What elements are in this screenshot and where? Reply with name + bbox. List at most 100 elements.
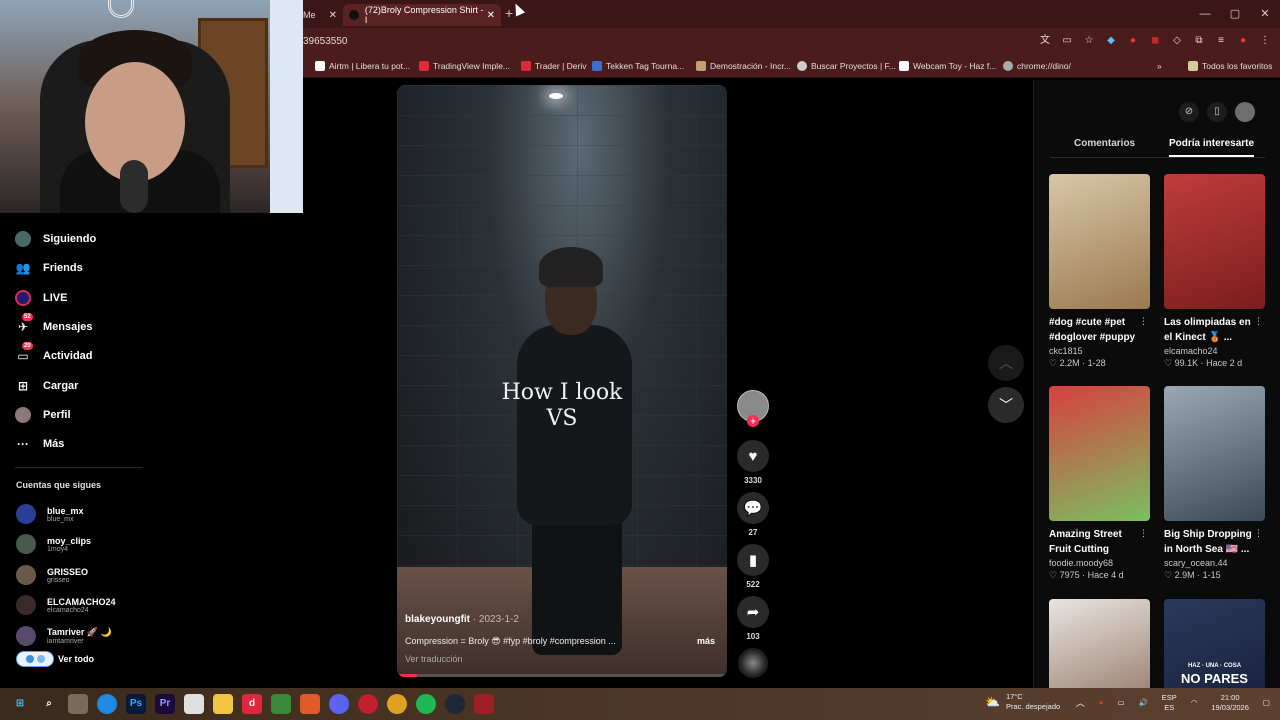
steam-icon[interactable] <box>445 694 465 714</box>
folder-icon[interactable] <box>213 694 233 714</box>
minecraft-icon[interactable] <box>271 694 291 714</box>
translate-link[interactable]: Ver traducción <box>405 654 463 664</box>
see-all-button[interactable]: Ver todo <box>16 651 94 667</box>
cast-icon[interactable]: ▭ <box>1060 34 1074 48</box>
brave-icon[interactable] <box>300 694 320 714</box>
spotify-icon[interactable] <box>416 694 436 714</box>
sidebar-item-activity[interactable]: ▭ 20 Actividad <box>15 342 93 366</box>
previous-video-button[interactable]: ︿ <box>988 345 1024 381</box>
like-button[interactable]: ♥ <box>737 440 769 472</box>
close-icon[interactable]: ✕ <box>329 10 337 21</box>
bookmark-item[interactable]: Webcam Toy - Haz f... <box>899 61 996 71</box>
video-thumbnail[interactable] <box>1049 599 1150 688</box>
recommended-video-card[interactable]: Amazing Street Fruit Cutting Skill... ⋮ … <box>1049 386 1150 581</box>
sidebar-item-profile[interactable]: Perfil <box>15 405 71 425</box>
recommended-video-card[interactable]: Las olimpiadas en el Kinect 🥉 ... ⋮ elca… <box>1164 174 1265 369</box>
weather-widget[interactable]: ⛅ 17°C Prac. despejado <box>985 692 1060 712</box>
following-account[interactable]: GRISSEO grisseo <box>16 563 88 587</box>
bookmark-star-icon[interactable]: ☆ <box>1082 34 1096 48</box>
opera-icon[interactable] <box>358 694 378 714</box>
bookmark-item[interactable]: Tekken Tag Tourna... <box>592 61 684 71</box>
language-indicator[interactable]: ESP ES <box>1162 693 1177 713</box>
video-thumbnail[interactable] <box>1049 386 1150 521</box>
tab-suggestions[interactable]: Podría interesarte <box>1169 138 1255 157</box>
device-icon[interactable]: ▯ <box>1207 102 1227 122</box>
close-icon[interactable]: ✕ <box>487 10 495 21</box>
tab-comments[interactable]: Comentarios <box>1074 138 1135 149</box>
kebab-menu-icon[interactable]: ⋮ <box>1139 528 1148 539</box>
bookmark-item[interactable]: TradingView Imple... <box>419 61 510 71</box>
recommended-video-card[interactable]: #dog #cute #pet #doglover #puppy ⋮ ckc18… <box>1049 174 1150 369</box>
extension-red-icon[interactable]: ● <box>1126 34 1140 48</box>
discord-icon[interactable] <box>329 694 349 714</box>
sidebar-item-friends[interactable]: 👥 Friends <box>15 258 83 278</box>
extension-diamond-icon[interactable]: ◇ <box>1170 34 1184 48</box>
recommended-video-card[interactable]: HAZ · UNA · COSA NO PARES <box>1164 599 1265 688</box>
bookmarks-overflow-icon[interactable]: » <box>1157 61 1162 71</box>
video-thumbnail[interactable] <box>1164 174 1265 309</box>
volume-icon[interactable]: 🔊 <box>1138 698 1147 708</box>
bookmark-item[interactable]: Trader | Deriv <box>521 61 587 71</box>
video-thumbnail[interactable]: HAZ · UNA · COSA NO PARES <box>1164 599 1265 688</box>
tray-overflow-icon[interactable]: ︿ <box>1076 698 1085 708</box>
chrome-icon[interactable] <box>387 694 407 714</box>
windows-start-icon[interactable]: ⊞ <box>10 694 30 714</box>
recommended-video-card[interactable]: Big Ship Dropping in North Sea 🇺🇸 ... ⋮ … <box>1164 386 1265 581</box>
user-avatar[interactable] <box>1235 102 1255 122</box>
url-input[interactable]: 39653550 <box>303 36 348 47</box>
video-author[interactable]: blakeyoungfit · 2023-1-2 <box>405 614 519 625</box>
photoshop-icon[interactable]: Ps <box>126 694 146 714</box>
share-button[interactable]: ➦ <box>737 596 769 628</box>
sidebar-item-upload[interactable]: ⊞ Cargar <box>15 376 79 396</box>
kebab-menu-icon[interactable]: ⋮ <box>1254 316 1263 327</box>
following-account[interactable]: Tamriver 🚀 🌙 iamtamriver <box>16 624 112 648</box>
music-disc-icon[interactable] <box>738 648 768 678</box>
video-progress-bar[interactable] <box>397 674 727 677</box>
bookmark-item[interactable]: chrome://dino/ <box>1003 61 1071 71</box>
tab-active[interactable]: (72)Broly Compression Shirt - I ✕ <box>343 4 501 26</box>
kebab-menu-icon[interactable]: ⋮ <box>1254 528 1263 539</box>
file-explorer-icon[interactable] <box>68 694 88 714</box>
extensions-puzzle-icon[interactable]: ⧉ <box>1192 34 1206 48</box>
network-icon[interactable]: ▭ <box>1117 698 1124 708</box>
save-button[interactable]: ▮ <box>737 544 769 576</box>
notification-icon[interactable]: ▢ <box>1263 698 1270 708</box>
following-account[interactable]: ELCAMACHO24 elcamacho24 <box>16 593 116 617</box>
maximize-button[interactable]: ▢ <box>1220 0 1250 28</box>
video-thumbnail[interactable] <box>1164 386 1265 521</box>
sidebar-item-more[interactable]: ··· Más <box>15 434 64 454</box>
video-player[interactable]: How I look VS blakeyoungfit · 2023-1-2 C… <box>397 85 727 677</box>
kebab-menu-icon[interactable]: ⋮ <box>1139 316 1148 327</box>
sidebar-item-messages[interactable]: ✈ 52 Mensajes <box>15 313 93 337</box>
more-button[interactable]: más <box>697 636 715 646</box>
next-video-button[interactable]: ﹀ <box>988 387 1024 423</box>
tab-previous[interactable]: Me ✕ <box>303 4 343 26</box>
comment-button[interactable]: 💬 <box>737 492 769 524</box>
sidebar-item-following[interactable]: Siguiendo <box>15 229 96 249</box>
premiere-icon[interactable]: Pr <box>155 694 175 714</box>
bookmark-item[interactable]: Demostración - Incr... <box>696 61 791 71</box>
translate-icon[interactable]: 文 <box>1038 34 1052 48</box>
following-account[interactable]: blue_mx blue_mx <box>16 502 84 526</box>
bookmark-item[interactable]: Airtm | Libera tu pot... <box>315 61 410 71</box>
follow-plus-button[interactable]: + <box>747 415 759 427</box>
wifi-icon[interactable]: ◠ <box>1191 698 1198 708</box>
following-account[interactable]: moy_clips 1moy4 <box>16 532 91 556</box>
close-window-button[interactable]: ✕ <box>1250 0 1280 28</box>
recommended-video-card[interactable] <box>1049 599 1150 688</box>
tray-app-icon[interactable]: ● <box>1099 698 1104 708</box>
clock[interactable]: 21:00 19/03/2026 <box>1211 693 1249 713</box>
profile-icon[interactable]: ● <box>1236 34 1250 48</box>
compass-icon[interactable]: ⊘ <box>1179 102 1199 122</box>
store-icon[interactable] <box>184 694 204 714</box>
minimize-button[interactable]: — <box>1190 0 1220 28</box>
voicemod-icon[interactable] <box>474 694 494 714</box>
video-thumbnail[interactable] <box>1049 174 1150 309</box>
sidebar-item-live[interactable]: LIVE <box>15 288 67 308</box>
all-bookmarks-folder[interactable]: Todos los favoritos <box>1188 61 1272 71</box>
media-icon[interactable]: ≡ <box>1214 34 1228 48</box>
menu-kebab-icon[interactable]: ⋮ <box>1258 34 1272 48</box>
bookmark-item[interactable]: Buscar Proyectos | F... <box>797 61 896 71</box>
extension-badge-icon[interactable]: ◼ <box>1148 34 1162 48</box>
deriv-icon[interactable]: d <box>242 694 262 714</box>
